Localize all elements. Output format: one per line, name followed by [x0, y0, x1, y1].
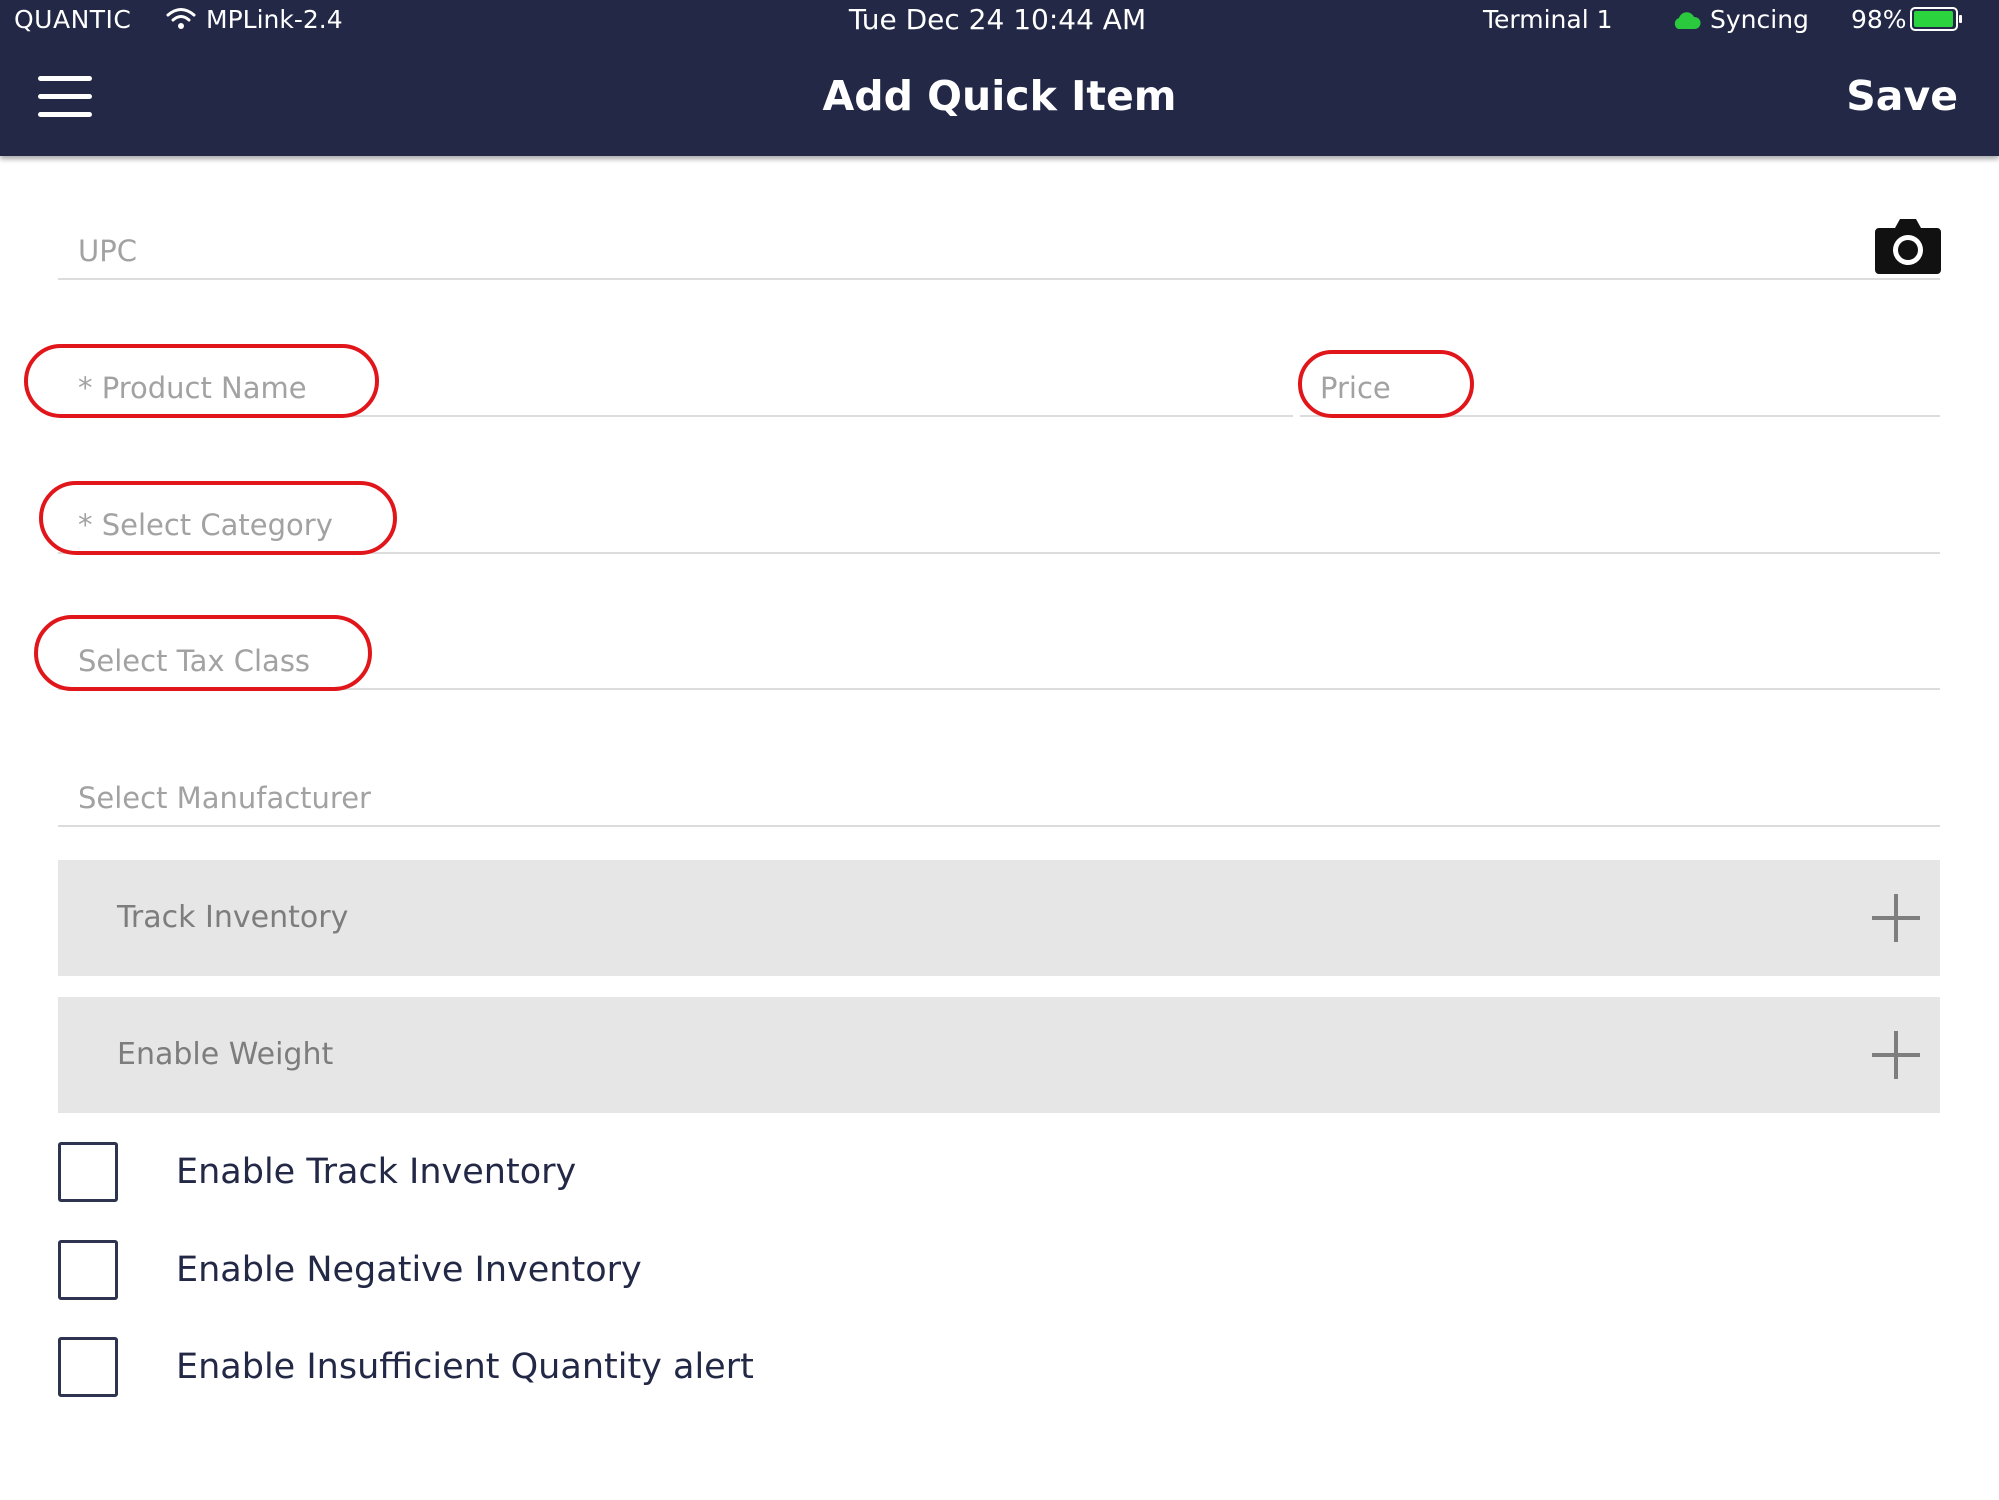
sync-status: Syncing: [1710, 5, 1809, 34]
terminal-label: Terminal 1: [1483, 5, 1613, 34]
enable-weight-section[interactable]: Enable Weight: [58, 997, 1940, 1113]
price-input[interactable]: Price: [1300, 345, 1940, 417]
cloud-icon: [1674, 12, 1701, 29]
app-header: QUANTIC MPLink-2.4 Tue Dec 24 10:44 AM T…: [0, 0, 1999, 156]
product-name-placeholder: * Product Name: [78, 371, 307, 405]
manufacturer-select[interactable]: Select Manufacturer: [58, 755, 1940, 827]
upc-placeholder: UPC: [78, 234, 137, 268]
category-placeholder: * Select Category: [78, 508, 333, 542]
manufacturer-placeholder: Select Manufacturer: [78, 781, 371, 815]
battery-percent: 98%: [1851, 5, 1907, 34]
enable-negative-inventory-label[interactable]: Enable Negative Inventory: [176, 1240, 642, 1300]
product-name-input[interactable]: * Product Name: [58, 345, 1293, 417]
price-placeholder: Price: [1320, 371, 1391, 405]
camera-icon[interactable]: [1875, 214, 1941, 274]
page-title: Add Quick Item: [822, 72, 1177, 120]
track-inventory-label: Track Inventory: [117, 900, 349, 935]
tax-class-select[interactable]: Select Tax Class: [58, 618, 1940, 690]
track-inventory-section[interactable]: Track Inventory: [58, 860, 1940, 976]
plus-icon[interactable]: [1872, 1031, 1920, 1079]
tax-class-placeholder: Select Tax Class: [78, 644, 311, 678]
save-button[interactable]: Save: [1846, 72, 1958, 120]
enable-weight-label: Enable Weight: [117, 1037, 334, 1072]
enable-insufficient-quantity-label[interactable]: Enable Insufficient Quantity alert: [176, 1337, 754, 1397]
enable-track-inventory-label[interactable]: Enable Track Inventory: [176, 1142, 576, 1202]
upc-input[interactable]: UPC: [58, 208, 1940, 280]
enable-insufficient-quantity-checkbox[interactable]: [58, 1337, 118, 1397]
plus-icon[interactable]: [1872, 894, 1920, 942]
enable-track-inventory-checkbox[interactable]: [58, 1142, 118, 1202]
battery-icon: [1910, 7, 1962, 31]
enable-negative-inventory-checkbox[interactable]: [58, 1240, 118, 1300]
category-select[interactable]: * Select Category: [58, 482, 1940, 554]
